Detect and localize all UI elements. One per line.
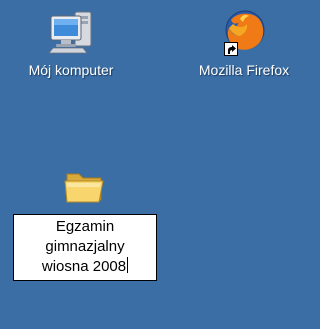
rename-line: wiosna 2008	[41, 258, 127, 275]
text-caret	[127, 257, 129, 273]
rename-input[interactable]: Egzamin gimnazjalny wiosna 2008	[13, 214, 157, 281]
rename-line: gimnazjalny	[45, 238, 125, 255]
folder-icon	[61, 162, 109, 210]
desktop-icon-label: Mozilla Firefox	[198, 62, 290, 78]
desktop-icon-label: Mój komputer	[28, 62, 114, 78]
firefox-icon	[220, 8, 268, 56]
desktop: Mój komputer Mozilla Firefox Egzamin gim…	[0, 0, 314, 329]
shortcut-arrow-icon	[224, 42, 238, 56]
desktop-icon-firefox[interactable]: Mozilla Firefox	[174, 8, 314, 78]
desktop-icon-my-computer[interactable]: Mój komputer	[6, 8, 136, 78]
desktop-icon-folder[interactable]: Egzamin gimnazjalny wiosna 2008	[10, 162, 160, 281]
my-computer-icon	[47, 8, 95, 56]
rename-line: Egzamin	[55, 218, 115, 235]
